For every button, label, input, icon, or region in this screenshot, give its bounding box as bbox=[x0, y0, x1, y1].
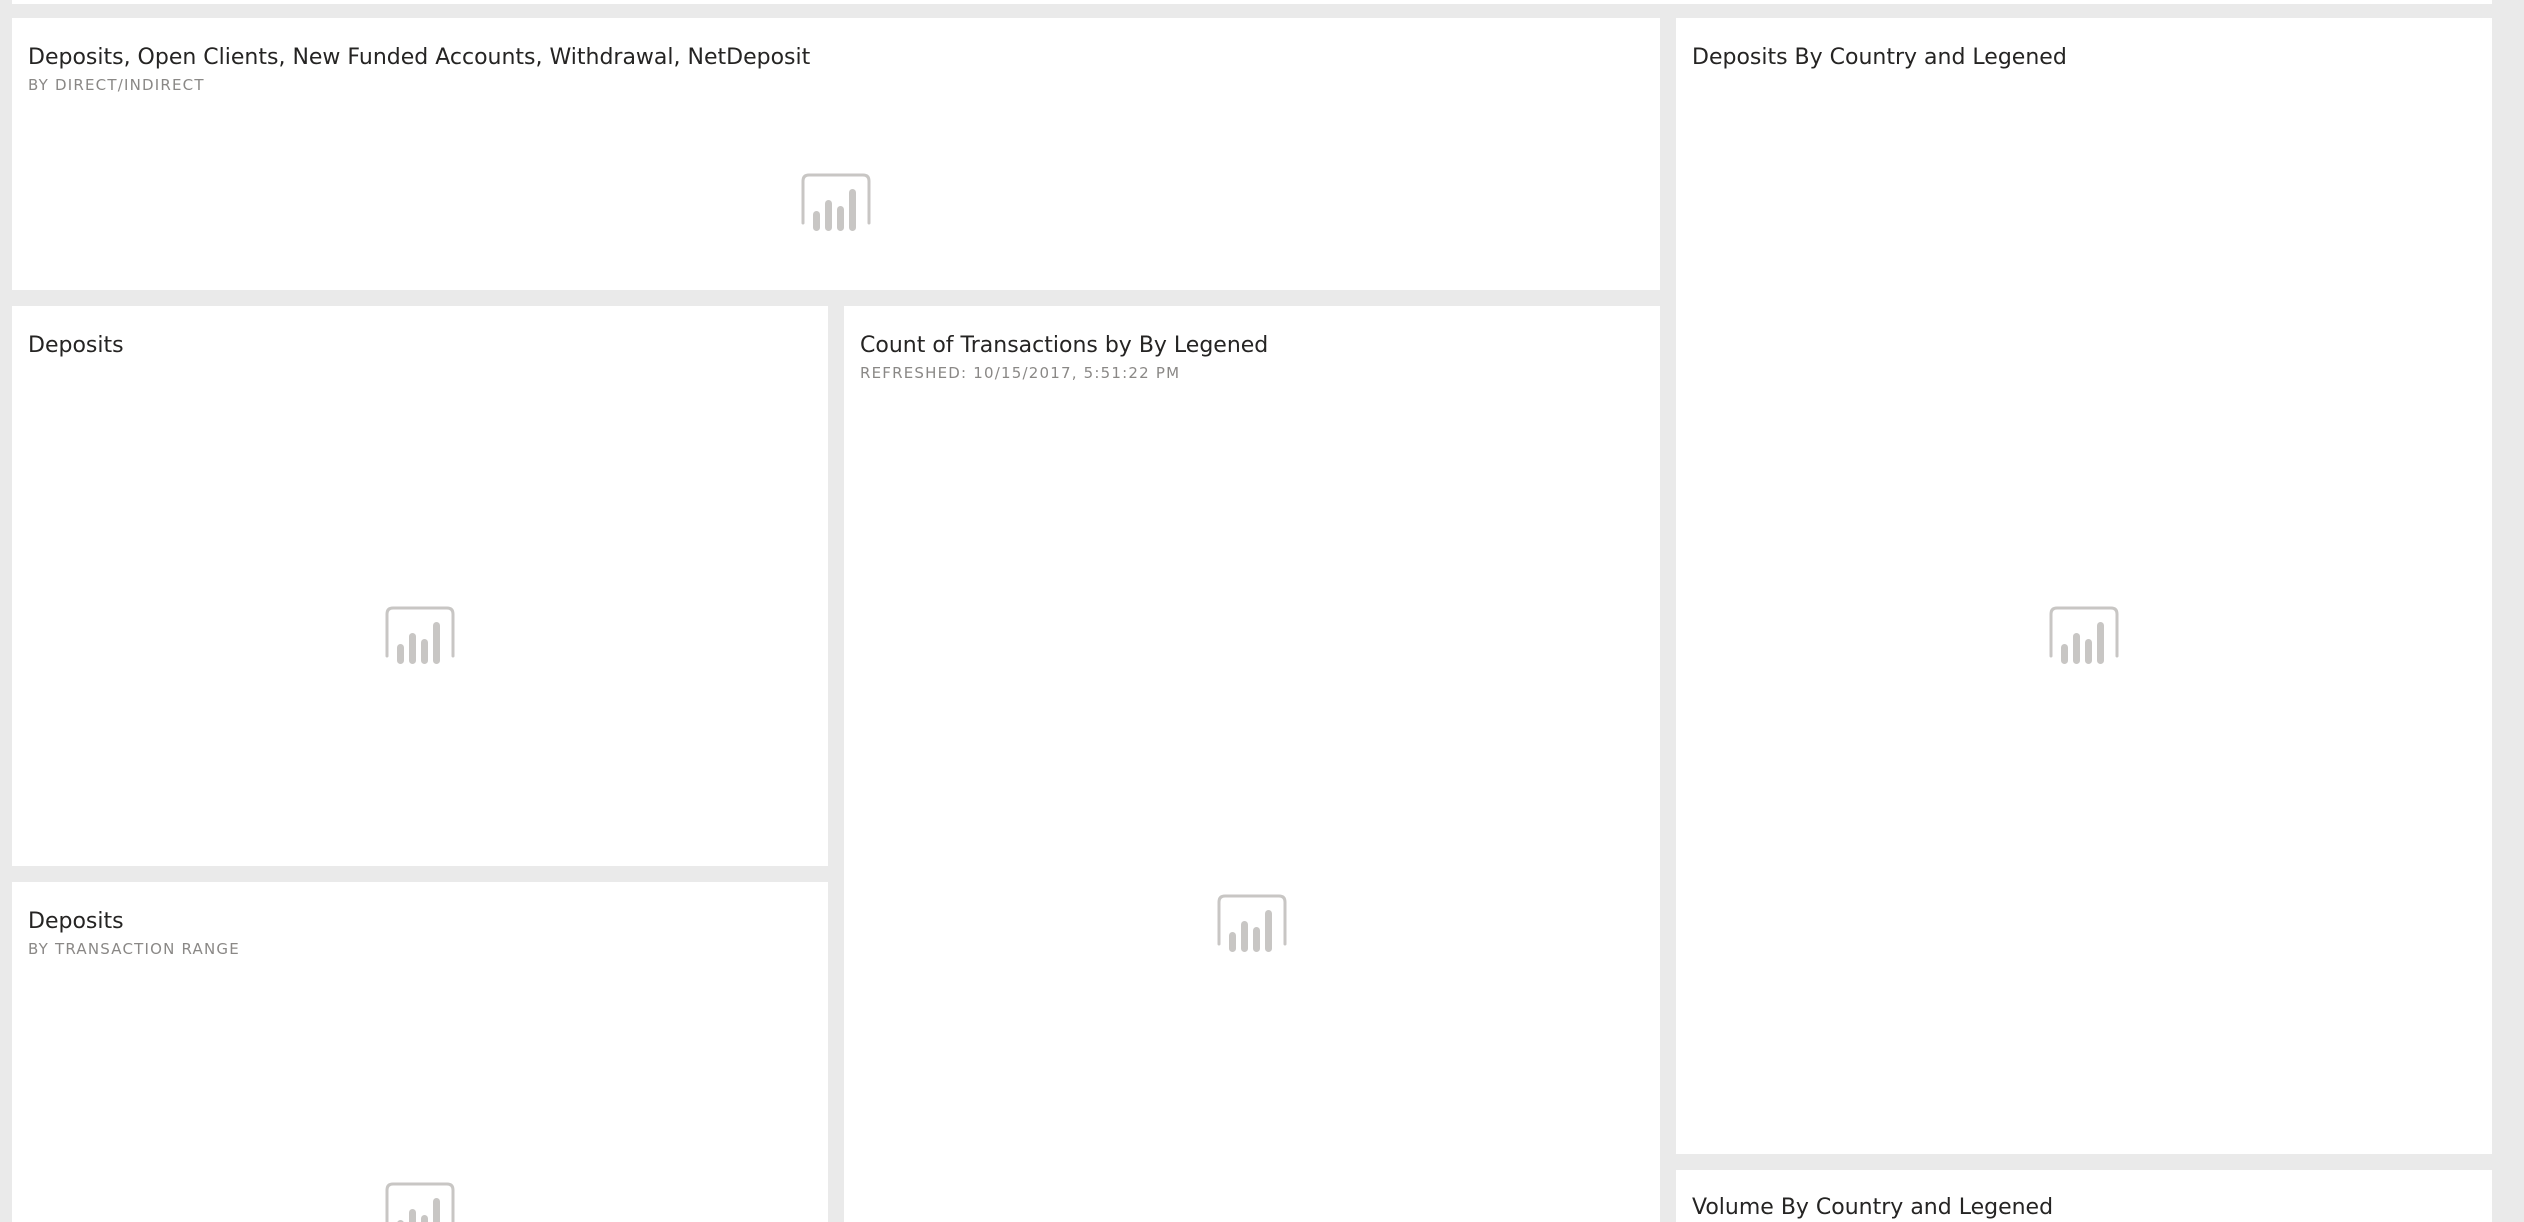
tile-subtitle: BY DIRECT/INDIRECT bbox=[28, 76, 205, 94]
tile-deposits[interactable]: Deposits bbox=[12, 306, 828, 866]
tile-title: Volume By Country and Legened bbox=[1692, 1195, 2054, 1220]
tile-deposits-open-clients[interactable]: Deposits, Open Clients, New Funded Accou… bbox=[12, 18, 1660, 290]
chart-placeholder-icon bbox=[385, 606, 455, 664]
tile-subtitle: BY TRANSACTION RANGE bbox=[28, 940, 240, 958]
chart-placeholder-icon bbox=[801, 173, 871, 231]
tile-title: Deposits bbox=[28, 909, 124, 934]
tile-count-of-transactions[interactable]: Count of Transactions by By Legened REFR… bbox=[844, 306, 1660, 1222]
tile-title: Deposits, Open Clients, New Funded Accou… bbox=[28, 45, 811, 70]
tile-title: Deposits By Country and Legened bbox=[1692, 45, 2067, 70]
chart-placeholder-icon bbox=[2049, 606, 2119, 664]
top-strip bbox=[12, 0, 2492, 4]
tile-title: Count of Transactions by By Legened bbox=[860, 333, 1269, 358]
tile-volume-by-country[interactable]: Volume By Country and Legened bbox=[1676, 1170, 2492, 1222]
tile-deposits-by-transaction-range[interactable]: Deposits BY TRANSACTION RANGE bbox=[12, 882, 828, 1222]
tile-subtitle-refreshed: REFRESHED: 10/15/2017, 5:51:22 PM bbox=[860, 364, 1181, 382]
tile-title: Deposits bbox=[28, 333, 124, 358]
chart-placeholder-icon bbox=[1217, 894, 1287, 952]
chart-placeholder-icon bbox=[385, 1182, 455, 1222]
tile-deposits-by-country[interactable]: Deposits By Country and Legened bbox=[1676, 18, 2492, 1154]
